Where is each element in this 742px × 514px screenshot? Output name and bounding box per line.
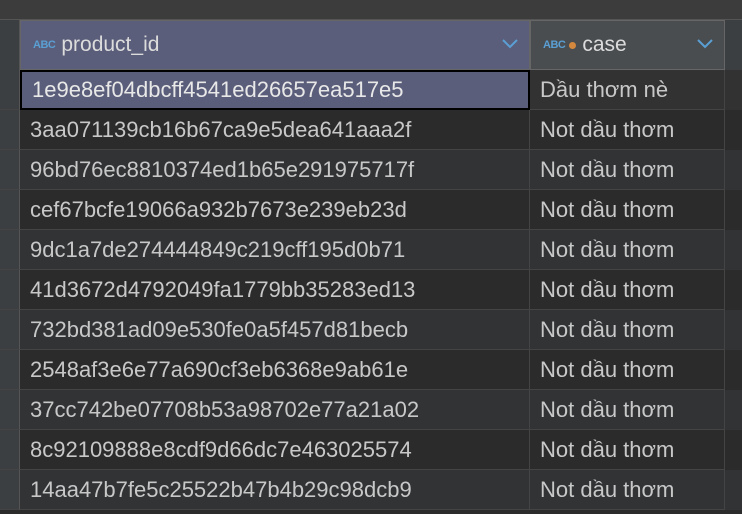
- table-row[interactable]: 96bd76ec8810374ed1b65e291975717fNot dầu …: [0, 150, 742, 190]
- cell-product-id[interactable]: 732bd381ad09e530fe0a5f457d81becb: [20, 310, 530, 350]
- chevron-down-icon[interactable]: [696, 36, 714, 54]
- cell-case[interactable]: Not dầu thơm: [530, 110, 725, 150]
- row-gutter[interactable]: [0, 190, 20, 230]
- cell-case[interactable]: Not dầu thơm: [530, 230, 725, 270]
- row-gutter[interactable]: [0, 470, 20, 510]
- table-row[interactable]: 14aa47b7fe5c25522b47b4b29c98dcb9Not dầu …: [0, 470, 742, 510]
- row-gutter[interactable]: [0, 430, 20, 470]
- table-row[interactable]: 1e9e8ef04dbcff4541ed26657ea517e5Dầu thơm…: [0, 70, 742, 110]
- cell-case[interactable]: Not dầu thơm: [530, 310, 725, 350]
- top-strip: [0, 0, 742, 20]
- row-gutter[interactable]: [0, 70, 20, 110]
- table-row[interactable]: 3aa071139cb16b67ca9e5dea641aaa2fNot dầu …: [0, 110, 742, 150]
- cell-product-id[interactable]: 8c92109888e8cdf9d66dc7e463025574: [20, 430, 530, 470]
- row-gutter[interactable]: [0, 390, 20, 430]
- column-header-case[interactable]: ABC case: [530, 20, 725, 70]
- cell-product-id[interactable]: 2548af3e6e77a690cf3eb6368e9ab61e: [20, 350, 530, 390]
- table-row[interactable]: cef67bcfe19066a932b7673e239eb23dNot dầu …: [0, 190, 742, 230]
- row-gutter[interactable]: [0, 150, 20, 190]
- cell-case[interactable]: Not dầu thơm: [530, 350, 725, 390]
- column-header-product-id[interactable]: ABC product_id: [20, 20, 530, 70]
- header-gutter: [0, 20, 20, 70]
- column-label: product_id: [61, 33, 159, 57]
- row-gutter[interactable]: [0, 350, 20, 390]
- cell-case[interactable]: Not dầu thơm: [530, 390, 725, 430]
- chevron-down-icon[interactable]: [501, 36, 519, 54]
- row-gutter[interactable]: [0, 310, 20, 350]
- type-badge: ABC: [33, 39, 55, 51]
- cell-case[interactable]: Not dầu thơm: [530, 190, 725, 230]
- column-label: case: [582, 33, 626, 57]
- row-gutter[interactable]: [0, 270, 20, 310]
- table-row[interactable]: 41d3672d4792049fa1779bb35283ed13Not dầu …: [0, 270, 742, 310]
- cell-product-id[interactable]: 41d3672d4792049fa1779bb35283ed13: [20, 270, 530, 310]
- cell-case[interactable]: Dầu thơm nè: [530, 70, 725, 110]
- cell-product-id[interactable]: 9dc1a7de274444849c219cff195d0b71: [20, 230, 530, 270]
- row-gutter[interactable]: [0, 110, 20, 150]
- table-row[interactable]: 8c92109888e8cdf9d66dc7e463025574Not dầu …: [0, 430, 742, 470]
- table-row[interactable]: 732bd381ad09e530fe0a5f457d81becbNot dầu …: [0, 310, 742, 350]
- cell-case[interactable]: Not dầu thơm: [530, 430, 725, 470]
- cell-product-id[interactable]: 1e9e8ef04dbcff4541ed26657ea517e5: [20, 70, 530, 110]
- row-gutter[interactable]: [0, 230, 20, 270]
- cell-case[interactable]: Not dầu thơm: [530, 470, 725, 510]
- table-row[interactable]: 2548af3e6e77a690cf3eb6368e9ab61eNot dầu …: [0, 350, 742, 390]
- cell-product-id[interactable]: 14aa47b7fe5c25522b47b4b29c98dcb9: [20, 470, 530, 510]
- cell-product-id[interactable]: 3aa071139cb16b67ca9e5dea641aaa2f: [20, 110, 530, 150]
- table-body: 1e9e8ef04dbcff4541ed26657ea517e5Dầu thơm…: [0, 70, 742, 510]
- cell-product-id[interactable]: 96bd76ec8810374ed1b65e291975717f: [20, 150, 530, 190]
- type-badge: ABC: [543, 39, 565, 51]
- cell-case[interactable]: Not dầu thơm: [530, 150, 725, 190]
- table-row[interactable]: 9dc1a7de274444849c219cff195d0b71Not dầu …: [0, 230, 742, 270]
- cell-product-id[interactable]: 37cc742be07708b53a98702e77a21a02: [20, 390, 530, 430]
- table-row[interactable]: 37cc742be07708b53a98702e77a21a02Not dầu …: [0, 390, 742, 430]
- table-header-row: ABC product_id ABC case: [0, 20, 742, 70]
- data-table: ABC product_id ABC case 1e9e8ef04dbcff45…: [0, 20, 742, 510]
- cell-product-id[interactable]: cef67bcfe19066a932b7673e239eb23d: [20, 190, 530, 230]
- cell-case[interactable]: Not dầu thơm: [530, 270, 725, 310]
- modified-dot-icon: [569, 42, 576, 49]
